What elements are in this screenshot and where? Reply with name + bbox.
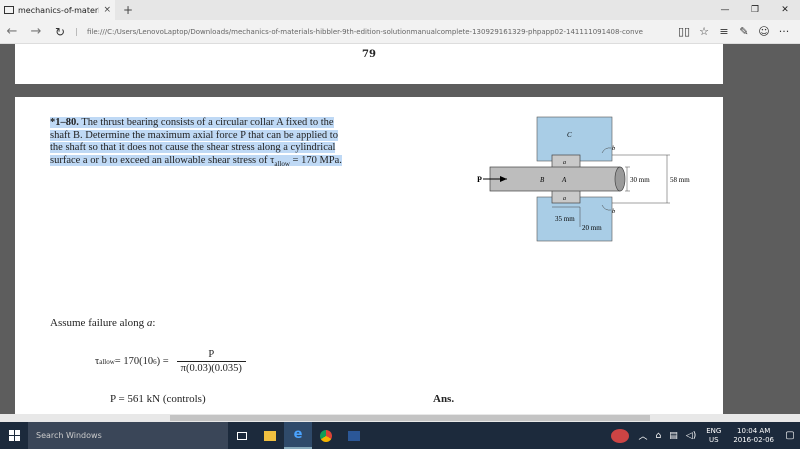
close-window-button[interactable]: ✕ <box>770 5 800 15</box>
assume-suffix: : <box>152 317 156 329</box>
edge-browser-button[interactable]: e <box>284 422 312 449</box>
dim-30-label: 30 mm <box>630 176 650 184</box>
task-view-button[interactable] <box>228 422 256 449</box>
label-b-top: b <box>612 145 616 152</box>
problem-tau-subscript: allow <box>274 160 290 169</box>
keyboard-region: US <box>708 435 719 444</box>
support-c-top <box>536 116 613 162</box>
folder-icon <box>264 430 276 441</box>
eq1-fraction: P π(0.03)(0.035) <box>176 349 246 374</box>
favorite-star-icon[interactable]: ☆ <box>694 25 714 38</box>
tab-close-button[interactable]: × <box>103 5 111 15</box>
problem-statement[interactable]: *1–80. The thrust bearing consists of a … <box>50 117 342 171</box>
word-icon <box>348 430 360 441</box>
eq1-denominator: π(0.03)(0.035) <box>176 361 246 374</box>
dim-20-label: 20 mm <box>582 224 602 232</box>
taskbar: Search Windows e ︿ ⌂ ▤ ◁) ENG US 10:04 A… <box>0 422 800 449</box>
file-explorer-button[interactable] <box>256 422 284 449</box>
reading-view-button[interactable]: ▯▯ <box>674 25 694 38</box>
taskbar-search[interactable]: Search Windows <box>28 422 228 449</box>
volume-icon[interactable]: ◁) <box>682 431 700 441</box>
more-menu-icon[interactable]: ··· <box>774 25 794 38</box>
answer-label: Ans. <box>433 393 455 405</box>
label-b-bottom: b <box>612 208 616 215</box>
eq1-close: ) = <box>156 356 169 367</box>
scrollbar-thumb[interactable] <box>170 415 650 421</box>
show-hidden-icons-button[interactable]: ︿ <box>635 429 652 442</box>
edge-icon: e <box>293 427 303 442</box>
tab-title: mechanics-of-materials- <box>18 5 99 15</box>
new-tab-button[interactable]: + <box>123 3 133 17</box>
eq1-middle: = 170(10 <box>114 356 154 367</box>
chrome-icon <box>320 429 332 442</box>
label-b: B <box>540 176 545 184</box>
address-bar: ← → ↻ file:///C:/Users/LenovoLaptop/Down… <box>0 20 800 44</box>
tab-page-icon <box>4 6 14 14</box>
assumption-line: Assume failure along a: <box>50 317 155 329</box>
label-p: P <box>477 175 482 184</box>
web-note-icon[interactable]: ✎ <box>734 25 754 38</box>
start-button[interactable] <box>0 422 28 449</box>
task-view-icon <box>237 431 247 440</box>
thrust-bearing-figure: P B A C a a b b 30 mm 58 mm 35 mm 20 mm <box>477 116 690 242</box>
refresh-button[interactable]: ↻ <box>48 25 72 39</box>
tab-bar: mechanics-of-materials- × + — ❐ ✕ <box>0 0 800 20</box>
label-c: C <box>567 131 572 139</box>
chrome-button[interactable] <box>312 422 340 449</box>
problem-number: *1–80. <box>50 117 79 128</box>
equation-result: P = 561 kN (controls) <box>110 393 206 405</box>
message-icon[interactable]: ▤ <box>665 431 682 441</box>
page-number: 79 <box>362 49 376 60</box>
system-tray: ︿ ⌂ ▤ ◁) ENG US 10:04 AM 2016-02-06 ▢ <box>610 422 800 449</box>
eq1-numerator: P <box>208 349 215 360</box>
clock[interactable]: 10:04 AM 2016-02-06 <box>727 427 780 445</box>
minimize-button[interactable]: — <box>710 5 740 15</box>
eq1-tau-subscript: allow <box>99 357 115 366</box>
window-controls: — ❐ ✕ <box>710 5 800 15</box>
problem-allowable-value: = 170 MPa. <box>289 155 342 167</box>
pdf-page-previous: 79 <box>15 44 723 84</box>
share-icon[interactable]: ☺ <box>754 25 774 38</box>
maximize-button[interactable]: ❐ <box>740 5 770 15</box>
clock-date: 2016-02-06 <box>733 435 774 444</box>
language-code: ENG <box>706 426 722 435</box>
browser-tab[interactable]: mechanics-of-materials- × <box>0 0 115 20</box>
dim-58-label: 58 mm <box>670 176 690 184</box>
dim-35-label: 35 mm <box>555 215 575 223</box>
windows-logo-icon <box>8 430 20 441</box>
pdf-viewer[interactable]: 79 *1–80. The thrust bearing consists of… <box>0 44 800 422</box>
shaft-b <box>489 166 621 192</box>
label-a: A <box>561 176 567 184</box>
equation-shear-stress: τ allow = 170(10 6) = P π(0.03)(0.035) <box>95 349 246 374</box>
url-field[interactable]: file:///C:/Users/LenovoLaptop/Downloads/… <box>76 27 668 36</box>
word-button[interactable] <box>340 422 368 449</box>
network-icon[interactable]: ⌂ <box>652 431 666 441</box>
language-indicator[interactable]: ENG US <box>700 427 727 445</box>
action-center-icon[interactable]: ▢ <box>780 430 800 441</box>
horizontal-scrollbar[interactable] <box>0 414 800 422</box>
address-bar-actions: ▯▯ ☆ ≡ ✎ ☺ ··· <box>668 25 800 38</box>
assume-prefix: Assume failure along <box>50 317 147 329</box>
clock-time: 10:04 AM <box>737 426 771 435</box>
label-a-bottom: a <box>563 196 566 202</box>
label-a-top: a <box>563 160 566 166</box>
hub-menu-icon[interactable]: ≡ <box>714 25 734 38</box>
app-window: mechanics-of-materials- × + — ❐ ✕ ← → ↻ … <box>0 0 800 449</box>
tray-app-icon[interactable] <box>610 428 629 443</box>
pdf-page: *1–80. The thrust bearing consists of a … <box>15 97 723 422</box>
forward-button[interactable]: → <box>24 24 48 39</box>
back-button[interactable]: ← <box>0 24 24 39</box>
shaft-end <box>614 166 626 192</box>
